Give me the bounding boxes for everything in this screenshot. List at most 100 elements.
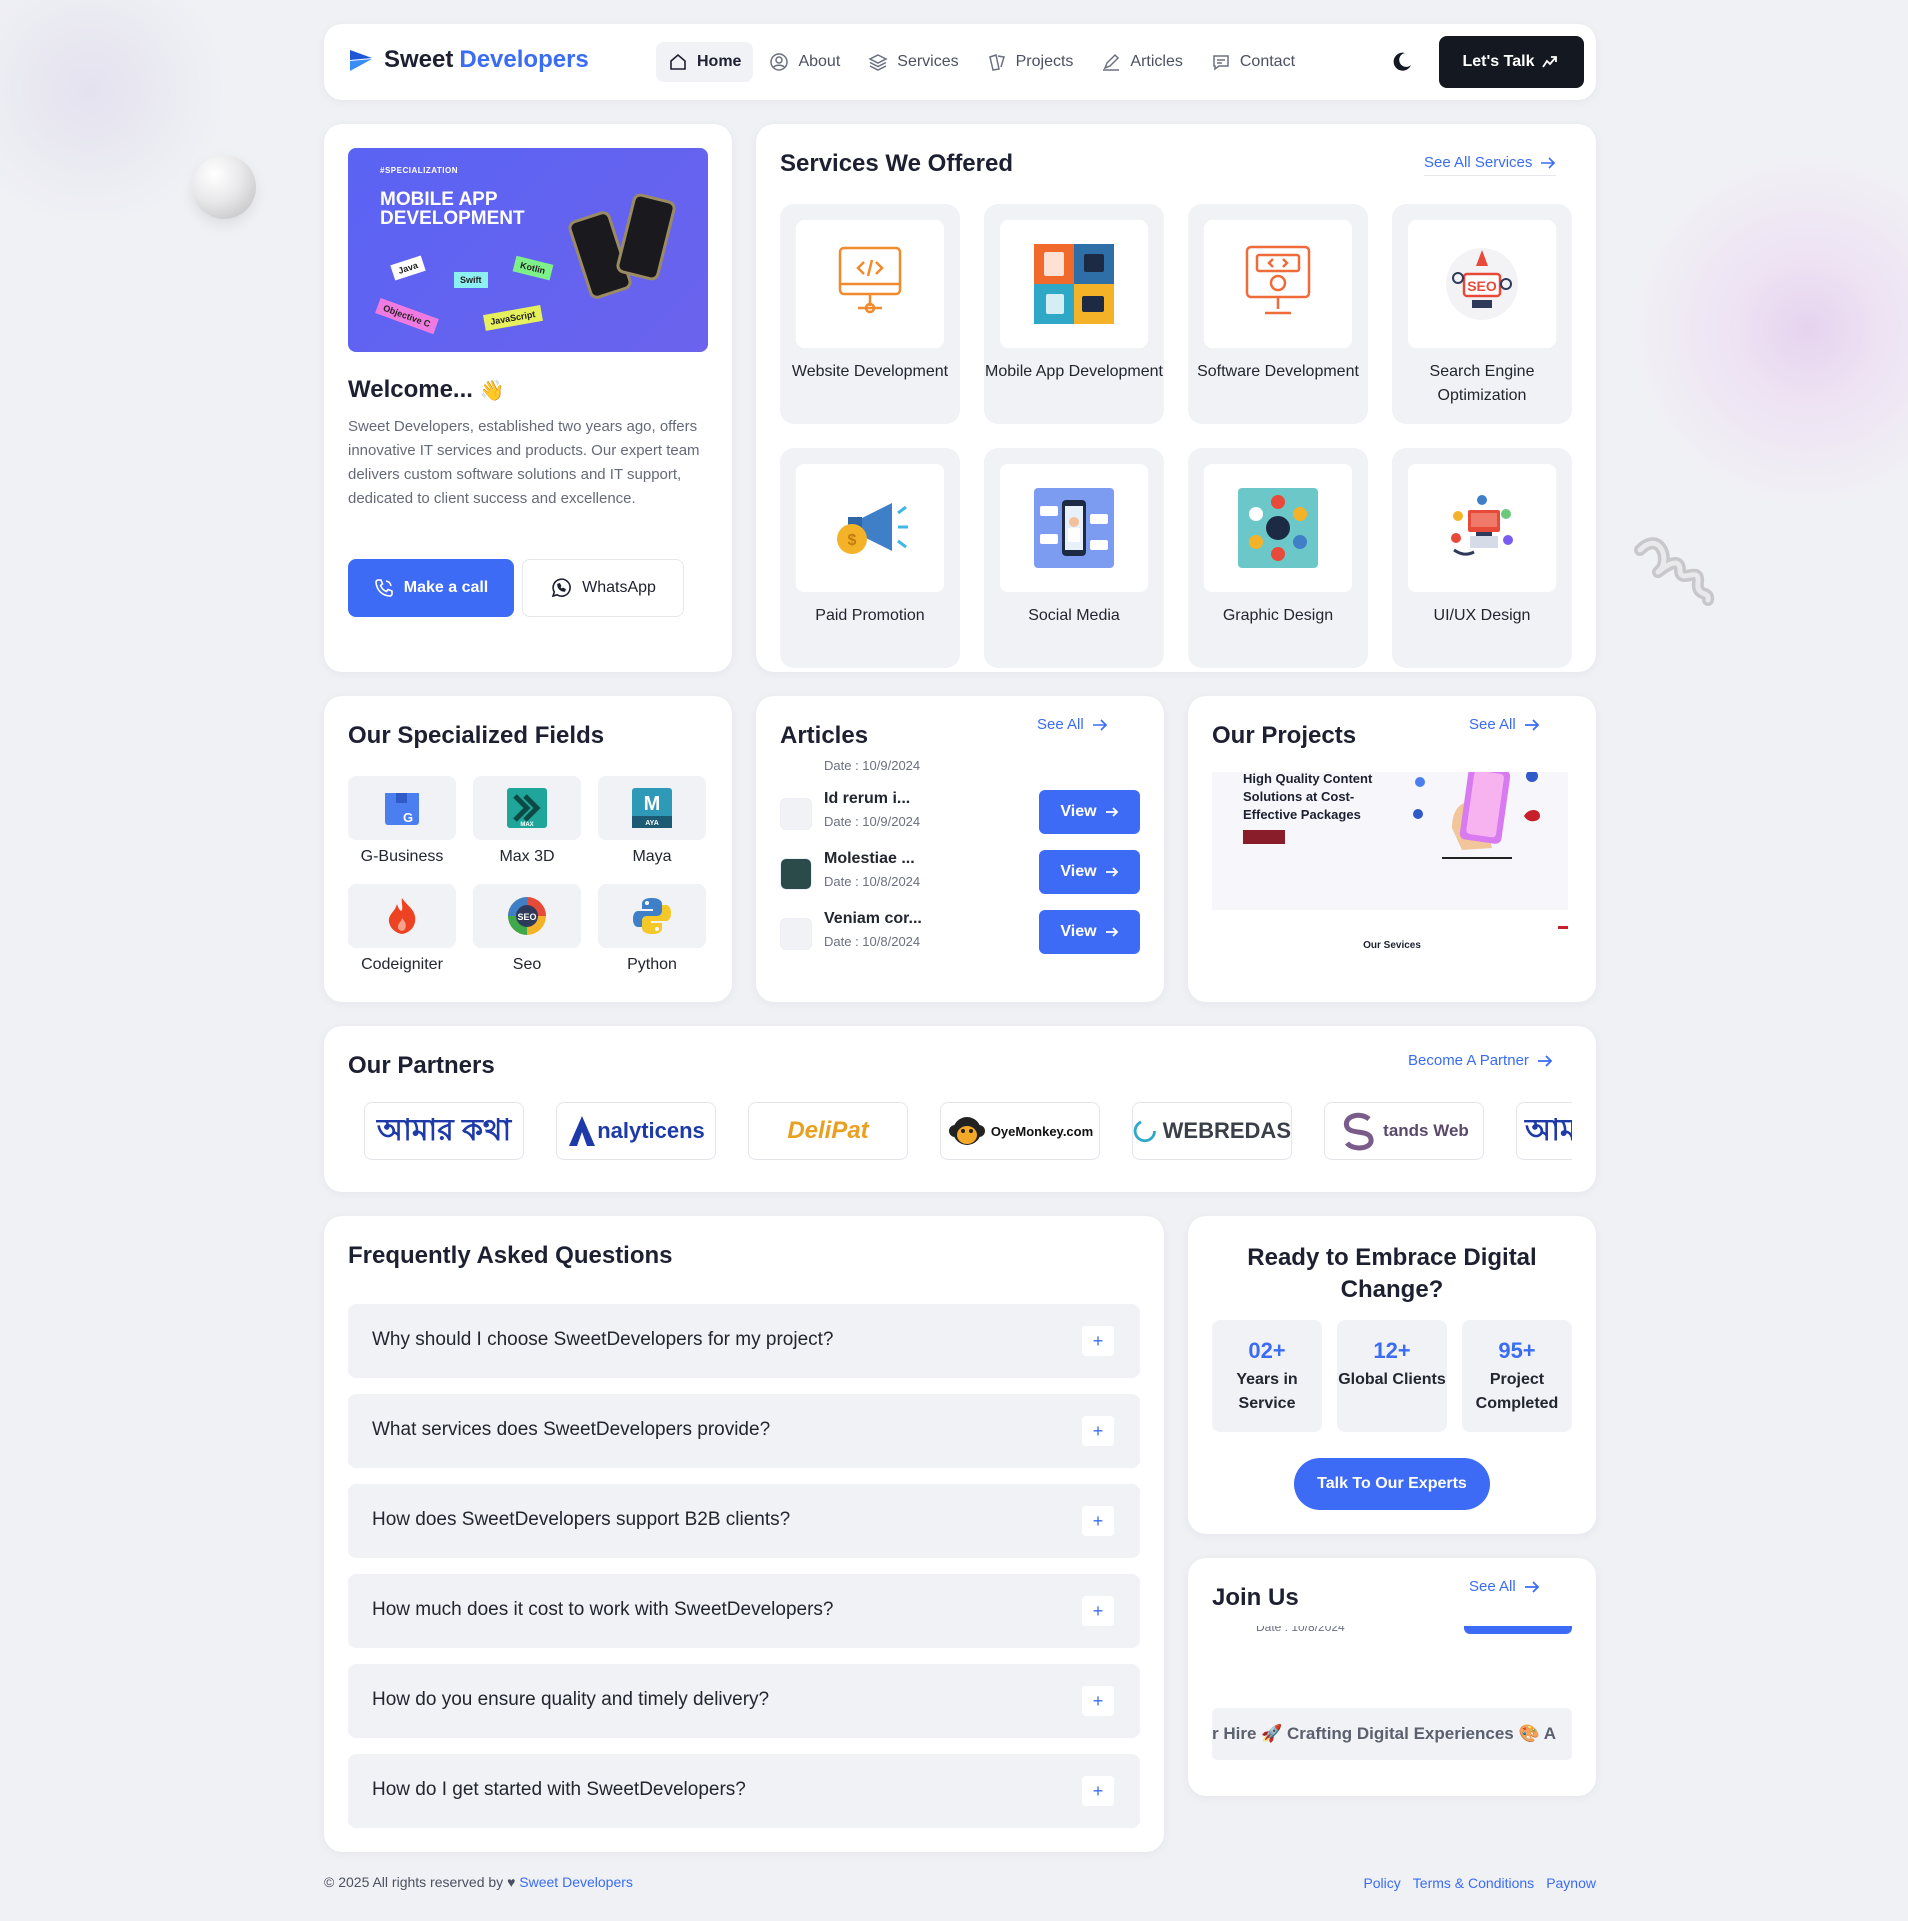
partner-logo[interactable]: nalyticens bbox=[556, 1102, 716, 1160]
nav-contact[interactable]: Contact bbox=[1199, 42, 1307, 82]
nav-services[interactable]: Services bbox=[856, 42, 970, 82]
article-view-button[interactable]: View bbox=[1039, 850, 1140, 894]
expand-plus-icon[interactable]: + bbox=[1082, 1506, 1114, 1536]
footer-brand-link[interactable]: Sweet Developers bbox=[519, 1874, 633, 1890]
nav-about[interactable]: About bbox=[757, 42, 852, 82]
stat-value: 95+ bbox=[1498, 1338, 1536, 1363]
expand-plus-icon[interactable]: + bbox=[1082, 1326, 1114, 1356]
partner-logo-text: OyeMonkey.com bbox=[990, 1123, 1094, 1139]
nav-home[interactable]: Home bbox=[656, 42, 754, 82]
faq-question: Why should I choose SweetDevelopers for … bbox=[372, 1329, 834, 1350]
stat-label: Years in Service bbox=[1236, 1371, 1298, 1412]
dark-mode-toggle-icon[interactable] bbox=[1390, 50, 1414, 74]
paynow-link[interactable]: Paynow bbox=[1546, 1875, 1596, 1891]
whatsapp-button[interactable]: WhatsApp bbox=[522, 559, 684, 617]
article-item[interactable]: Molestiae ... Date : 10/8/2024 View bbox=[780, 850, 1140, 894]
faq-item[interactable]: What services does SweetDevelopers provi… bbox=[348, 1394, 1140, 1468]
faq-card: Frequently Asked Questions Why should I … bbox=[324, 1216, 1164, 1852]
service-label: Graphic Design bbox=[1222, 607, 1334, 624]
banner-title: MOBILE APP DEVELOPMENT bbox=[380, 189, 525, 229]
job-list-scroll[interactable]: Date : 10/8/2024 bbox=[1188, 1626, 1596, 1696]
talk-to-experts-button[interactable]: Talk To Our Experts bbox=[1294, 1458, 1490, 1510]
service-graphic-design[interactable]: Graphic Design bbox=[1188, 448, 1368, 668]
expand-plus-icon[interactable]: + bbox=[1082, 1416, 1114, 1446]
faq-item[interactable]: How much does it cost to work with Sweet… bbox=[348, 1574, 1140, 1648]
project-preview[interactable]: High Quality Content Solutions at Cost-E… bbox=[1212, 772, 1568, 910]
partner-logo[interactable]: DeliPat bbox=[748, 1102, 908, 1160]
service-paid-promotion[interactable]: $ Paid Promotion bbox=[780, 448, 960, 668]
service-social-media[interactable]: Social Media bbox=[984, 448, 1164, 668]
make-a-call-button[interactable]: Make a call bbox=[348, 559, 514, 617]
phone-icon bbox=[374, 579, 393, 597]
field-seo[interactable]: SEO Seo bbox=[473, 884, 581, 982]
partner-logo[interactable]: আম bbox=[1516, 1102, 1572, 1160]
nav-projects[interactable]: Projects bbox=[975, 42, 1086, 82]
policy-link[interactable]: Policy bbox=[1363, 1875, 1400, 1891]
article-view-button[interactable]: View bbox=[1039, 790, 1140, 834]
service-seo[interactable]: SEO Search Engine Optimization bbox=[1392, 204, 1572, 424]
job-apply-button[interactable] bbox=[1464, 1626, 1572, 1634]
faq-item[interactable]: Why should I choose SweetDevelopers for … bbox=[348, 1304, 1140, 1378]
field-python[interactable]: Python bbox=[598, 884, 706, 982]
faq-item[interactable]: How do I get started with SweetDeveloper… bbox=[348, 1754, 1140, 1828]
projects-see-all-link[interactable]: See All bbox=[1469, 716, 1540, 737]
partner-logo[interactable]: tands Web bbox=[1324, 1102, 1484, 1160]
decorative-spring bbox=[1634, 537, 1715, 606]
chat-icon bbox=[1213, 55, 1229, 71]
partner-logo[interactable]: OyeMonkey.com bbox=[940, 1102, 1100, 1160]
banner-chip: Kotlin bbox=[512, 255, 553, 281]
nav-projects-label: Projects bbox=[1015, 53, 1074, 70]
article-date: Date : 10/8/2024 bbox=[824, 874, 921, 889]
articles-scroll-area[interactable]: Date : 10/9/2024 Id rerum i... Date : 10… bbox=[756, 758, 1164, 1002]
partner-logo[interactable]: WEBREDAS bbox=[1132, 1102, 1292, 1160]
service-uiux-design[interactable]: UI/UX Design bbox=[1392, 448, 1572, 668]
service-website-development[interactable]: Website Development bbox=[780, 204, 960, 424]
faq-item[interactable]: How do you ensure quality and timely del… bbox=[348, 1664, 1140, 1738]
field-label: Maya bbox=[632, 848, 672, 865]
see-all-services-label: See All Services bbox=[1424, 154, 1533, 171]
faq-title: Frequently Asked Questions bbox=[348, 1242, 673, 1269]
field-label: Python bbox=[627, 956, 677, 973]
brand-logo[interactable]: Sweet Developers bbox=[348, 46, 589, 74]
lets-talk-button[interactable]: Let's Talk bbox=[1439, 36, 1584, 88]
svg-text:M: M bbox=[644, 793, 661, 815]
projects-title: Our Projects bbox=[1212, 722, 1357, 749]
article-thumbnail bbox=[780, 858, 812, 890]
partner-logo[interactable]: আমার কথা bbox=[364, 1102, 524, 1160]
service-mobile-app-development[interactable]: Mobile App Development bbox=[984, 204, 1164, 424]
nav-articles[interactable]: Articles bbox=[1089, 42, 1194, 82]
article-view-button[interactable]: View bbox=[1039, 910, 1140, 954]
project-slider-indicator[interactable] bbox=[1558, 926, 1568, 929]
partners-carousel[interactable]: আমার কথা nalyticens DeliPat OyeMonkey.co… bbox=[348, 1026, 1572, 1192]
articles-see-all-link[interactable]: See All bbox=[1037, 716, 1108, 737]
expand-plus-icon[interactable]: + bbox=[1082, 1776, 1114, 1806]
field-codeigniter[interactable]: Codeigniter bbox=[348, 884, 456, 982]
terms-link[interactable]: Terms & Conditions bbox=[1413, 1875, 1534, 1891]
field-g-business[interactable]: G G-Business bbox=[348, 776, 456, 874]
service-software-development[interactable]: Software Development bbox=[1188, 204, 1368, 424]
top-navbar: Sweet Developers Home About Services Proj… bbox=[324, 24, 1596, 100]
svg-text:AYA: AYA bbox=[645, 820, 659, 827]
article-item[interactable]: Id rerum i... Date : 10/9/2024 View bbox=[780, 790, 1140, 834]
faq-question: How do you ensure quality and timely del… bbox=[372, 1689, 770, 1710]
home-icon bbox=[670, 53, 686, 70]
article-item[interactable]: Veniam cor... Date : 10/8/2024 View bbox=[780, 910, 1140, 954]
expand-plus-icon[interactable]: + bbox=[1082, 1596, 1114, 1626]
join-us-title: Join Us bbox=[1212, 1584, 1299, 1611]
decorative-sphere bbox=[192, 155, 256, 219]
svg-text:SEO: SEO bbox=[517, 912, 536, 922]
field-maya[interactable]: M AYA Maya bbox=[598, 776, 706, 874]
arrow-up-right-icon bbox=[1542, 56, 1558, 68]
join-see-all-link[interactable]: See All bbox=[1469, 1578, 1540, 1599]
field-max-3d[interactable]: MAX Max 3D bbox=[473, 776, 581, 874]
projects-icon bbox=[988, 54, 1005, 71]
join-us-marquee: r Hire 🚀 Crafting Digital Experiences 🎨 … bbox=[1212, 1708, 1572, 1760]
arrow-right-icon bbox=[1541, 156, 1556, 169]
arrow-right-icon bbox=[1092, 718, 1107, 731]
projects-card: Our Projects See All High Quality Conten… bbox=[1188, 696, 1596, 1002]
field-label: Max 3D bbox=[499, 848, 555, 865]
expand-plus-icon[interactable]: + bbox=[1082, 1686, 1114, 1716]
see-all-services-link[interactable]: See All Services bbox=[1424, 154, 1557, 176]
faq-item[interactable]: How does SweetDevelopers support B2B cli… bbox=[348, 1484, 1140, 1558]
specialized-fields-title: Our Specialized Fields bbox=[348, 722, 605, 749]
